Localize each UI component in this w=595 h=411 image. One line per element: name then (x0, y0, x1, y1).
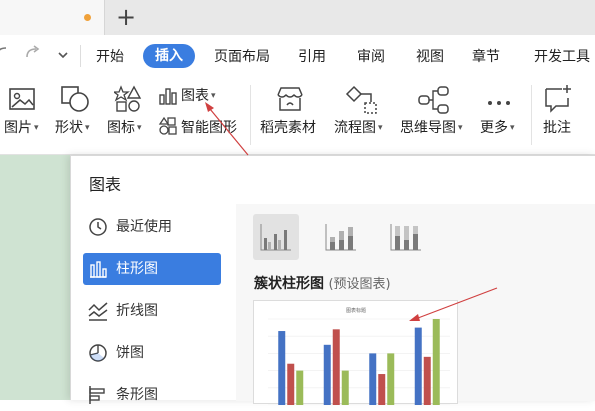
quick-access-dropdown-icon[interactable] (56, 47, 70, 66)
more-icon[interactable] (487, 93, 511, 105)
tab-insert[interactable]: 插入 (143, 44, 195, 68)
redo-icon[interactable] (24, 45, 42, 65)
icon-library-icon[interactable] (112, 85, 142, 113)
chart-bar (378, 374, 386, 405)
smart-graphic-button[interactable]: 智能图形 (181, 119, 237, 137)
category-label: 饼图 (116, 345, 144, 361)
smart-graphic-icon[interactable] (158, 116, 178, 136)
column-chart-icon (88, 259, 108, 279)
ribbon: 图片 ▾ 形状 ▾ 图标 ▾ 图表 ▾ 智能图形 稻壳素材 流程图 ▾ 思维导图 ▾ 更多 ▾ (0, 79, 595, 155)
ribbon-divider (250, 85, 251, 145)
category-column[interactable]: 柱形图 (83, 253, 221, 285)
menu-divider (80, 45, 81, 67)
tab-references[interactable]: 引用 (298, 47, 326, 67)
chart-preview: 图表标题 (268, 307, 450, 406)
chart-bar (287, 363, 295, 405)
unsaved-dot-icon (84, 14, 91, 21)
subtype-clustered-column[interactable] (253, 214, 299, 260)
chart-bar (432, 319, 440, 405)
category-pie[interactable]: 饼图 (83, 337, 221, 369)
shape-button[interactable]: 形状 ▾ (55, 119, 90, 137)
mindmap-icon[interactable] (418, 85, 450, 115)
document-canvas (0, 155, 70, 400)
title-bar: + (0, 0, 595, 35)
chart-bar (332, 329, 340, 405)
new-tab-icon[interactable]: + (116, 3, 136, 31)
material-store-icon[interactable] (274, 85, 306, 113)
picture-icon[interactable] (8, 87, 36, 111)
chart-bar (387, 353, 395, 405)
picture-button[interactable]: 图片 ▾ (4, 119, 39, 137)
shape-icon[interactable] (60, 85, 90, 113)
category-bar[interactable]: 条形图 (83, 379, 221, 411)
tab-page-layout[interactable]: 页面布局 (214, 47, 270, 67)
ribbon-divider (531, 85, 532, 145)
chart-bar (369, 353, 377, 405)
tab-review[interactable]: 审阅 (357, 47, 385, 67)
bar-chart-icon (88, 385, 108, 405)
comment-icon[interactable] (543, 84, 573, 114)
undo-icon[interactable] (0, 45, 8, 65)
tab-section[interactable]: 章节 (472, 47, 500, 67)
tab-developer[interactable]: 开发工具 (534, 47, 590, 67)
chart-bar (414, 327, 422, 405)
mindmap-button[interactable]: 思维导图 ▾ (400, 119, 463, 137)
section-heading: 簇状柱形图 (预设图表) (254, 273, 391, 293)
chart-preview-card[interactable]: 图表标题 (253, 300, 458, 406)
chart-title: 图表标题 (346, 307, 366, 314)
category-label: 柱形图 (116, 261, 158, 277)
menu-bar: 开始 插入 页面布局 引用 审阅 视图 章节 开发工具 (0, 35, 595, 79)
chart-bar (323, 344, 331, 405)
flowchart-icon[interactable] (345, 85, 377, 115)
chart-bar (278, 331, 286, 405)
chart-button[interactable]: 图表 ▾ (181, 87, 216, 105)
section-subtitle: (预设图表) (328, 277, 391, 292)
material-button[interactable]: 稻壳素材 (260, 119, 316, 137)
comment-button[interactable]: 批注 (543, 119, 571, 137)
chart-icon[interactable] (159, 87, 177, 105)
line-chart-icon (88, 301, 108, 321)
document-tab[interactable] (0, 0, 105, 35)
more-button[interactable]: 更多 ▾ (480, 119, 515, 137)
tab-view[interactable]: 视图 (416, 47, 444, 67)
category-label: 条形图 (116, 387, 158, 403)
category-line[interactable]: 折线图 (83, 295, 221, 327)
chart-panel: 图表 最近使用 柱形图 折线图 饼图 条形图 簇状柱形图 (预设图表) 图表标题 (70, 155, 595, 406)
flowchart-button[interactable]: 流程图 ▾ (334, 119, 383, 137)
subtype-stacked-column[interactable] (318, 214, 364, 260)
pie-chart-icon (88, 343, 108, 363)
chart-bar (423, 356, 431, 405)
panel-title: 图表 (89, 175, 122, 194)
category-label: 最近使用 (116, 219, 172, 235)
category-label: 折线图 (116, 303, 158, 319)
icon-button[interactable]: 图标 ▾ (107, 119, 142, 137)
subtype-percent-stacked-column[interactable] (383, 214, 429, 260)
section-title: 簇状柱形图 (254, 276, 324, 292)
tab-home[interactable]: 开始 (96, 47, 124, 67)
category-recent[interactable]: 最近使用 (83, 211, 221, 243)
clock-icon (88, 217, 108, 237)
chart-gallery: 簇状柱形图 (预设图表) 图表标题 (236, 204, 595, 406)
